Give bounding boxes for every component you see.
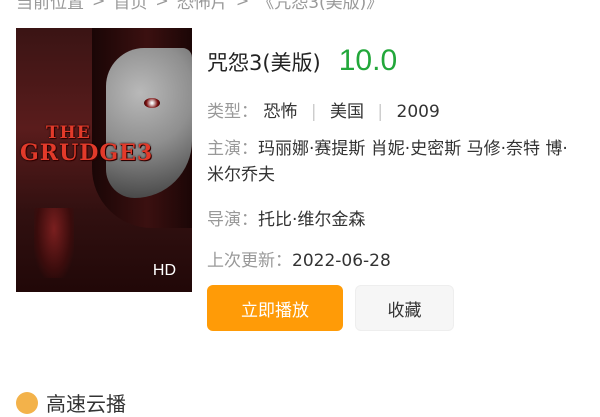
- chevron-right-icon: >: [235, 0, 250, 10]
- movie-title: 咒怨3(美版): [207, 51, 321, 75]
- hd-badge: HD: [152, 262, 176, 279]
- cast-label: 主演：: [207, 139, 258, 159]
- section-title: 高速云播: [46, 392, 126, 416]
- divider: |: [310, 102, 317, 122]
- type-row: 类型： 恐怖 | 美国 | 2009: [207, 97, 440, 122]
- poster-face-shape: [106, 48, 192, 198]
- poster-eye-shape: [144, 98, 160, 108]
- type-label: 类型：: [207, 102, 258, 122]
- chevron-right-icon: >: [155, 0, 169, 10]
- play-button[interactable]: 立即播放: [207, 285, 343, 331]
- genre-link[interactable]: 恐怖: [263, 102, 297, 122]
- director-name: 托比·维尔金森: [258, 210, 366, 230]
- breadcrumb: 当前位置 > 首页 > 恐怖片 > 《咒怨3(美版)》: [16, 0, 384, 13]
- movie-rating: 10.0: [338, 44, 398, 77]
- breadcrumb-current-label: 当前位置: [16, 0, 84, 13]
- updated-row: 上次更新：2022-06-28: [207, 246, 391, 271]
- movie-poster[interactable]: THE GRUDGE3 HD: [16, 28, 192, 292]
- cloud-play-icon: [16, 391, 38, 414]
- director-row: 导演：托比·维尔金森: [207, 205, 365, 230]
- director-label: 导演：: [207, 210, 258, 230]
- cast-row: 主演：玛丽娜·赛提斯 肖妮·史密斯 马修·奈特 博·米尔乔夫: [207, 136, 577, 188]
- title-row: 咒怨3(美版) 10.0: [207, 44, 397, 78]
- updated-date: 2022-06-28: [292, 251, 391, 271]
- year-link[interactable]: 2009: [397, 102, 440, 122]
- breadcrumb-home-link[interactable]: 首页: [113, 0, 147, 13]
- updated-label: 上次更新：: [207, 251, 292, 271]
- favorite-button[interactable]: 收藏: [355, 285, 454, 331]
- divider: |: [377, 102, 384, 122]
- cast-list: 玛丽娜·赛提斯 肖妮·史密斯 马修·奈特 博·米尔乔夫: [207, 139, 568, 185]
- section-header: 高速云播: [16, 388, 126, 417]
- poster-title-line2: GRUDGE3: [20, 140, 154, 166]
- chevron-right-icon: >: [92, 0, 106, 10]
- region-link[interactable]: 美国: [330, 102, 364, 122]
- breadcrumb-movie: 《咒怨3(美版)》: [257, 0, 384, 13]
- breadcrumb-category-link[interactable]: 恐怖片: [177, 0, 228, 13]
- poster-figure-shape: [34, 208, 74, 278]
